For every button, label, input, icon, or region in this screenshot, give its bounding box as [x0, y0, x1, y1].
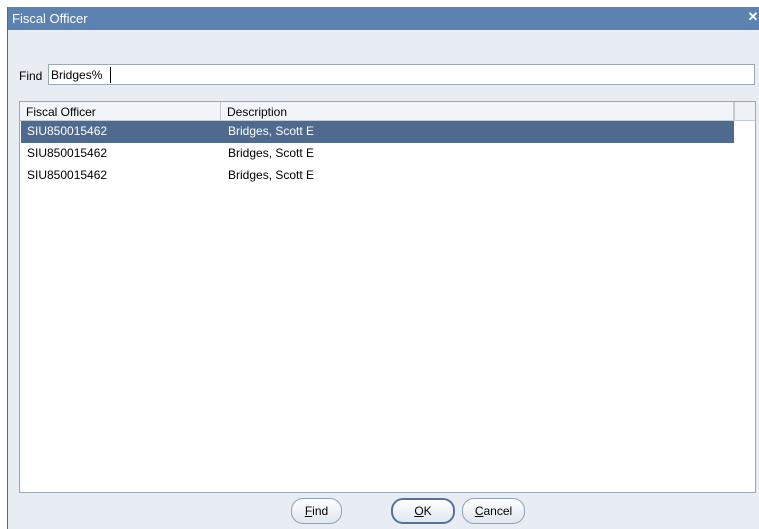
close-icon[interactable]: ✕ — [746, 10, 759, 24]
column-header-fiscal-officer[interactable]: Fiscal Officer — [20, 102, 221, 121]
column-header-description[interactable]: Description — [221, 102, 734, 121]
find-button-label: ind — [312, 504, 329, 518]
ok-button[interactable]: OK — [391, 498, 455, 524]
ok-access-key: O — [414, 504, 424, 518]
dialog-title: Fiscal Officer — [12, 11, 88, 26]
table-row[interactable]: SIU850015462 Bridges, Scott E — [21, 121, 734, 143]
find-label: Find — [19, 69, 43, 83]
description-cell: Bridges, Scott E — [228, 168, 315, 182]
fiscal-officer-dialog: Fiscal Officer ✕ Find Fiscal Officer Des… — [7, 7, 759, 529]
find-input[interactable] — [48, 64, 755, 85]
text-caret — [110, 67, 111, 83]
description-cell: Bridges, Scott E — [228, 124, 315, 138]
cancel-button[interactable]: Cancel — [462, 498, 525, 524]
find-button[interactable]: Find — [291, 498, 342, 524]
header-corner — [734, 102, 755, 121]
fiscal-officer-cell: SIU850015462 — [27, 124, 108, 138]
description-cell: Bridges, Scott E — [228, 146, 315, 160]
results-list[interactable]: Fiscal Officer Description SIU850015462 … — [19, 101, 756, 493]
fiscal-officer-cell: SIU850015462 — [27, 168, 108, 182]
fiscal-officer-cell: SIU850015462 — [27, 146, 108, 160]
title-bar[interactable]: Fiscal Officer ✕ — [8, 7, 759, 30]
cancel-button-label: ancel — [483, 504, 513, 518]
table-row[interactable]: SIU850015462 Bridges, Scott E — [21, 143, 734, 165]
table-row[interactable]: SIU850015462 Bridges, Scott E — [21, 165, 734, 187]
ok-button-label: K — [423, 504, 432, 518]
